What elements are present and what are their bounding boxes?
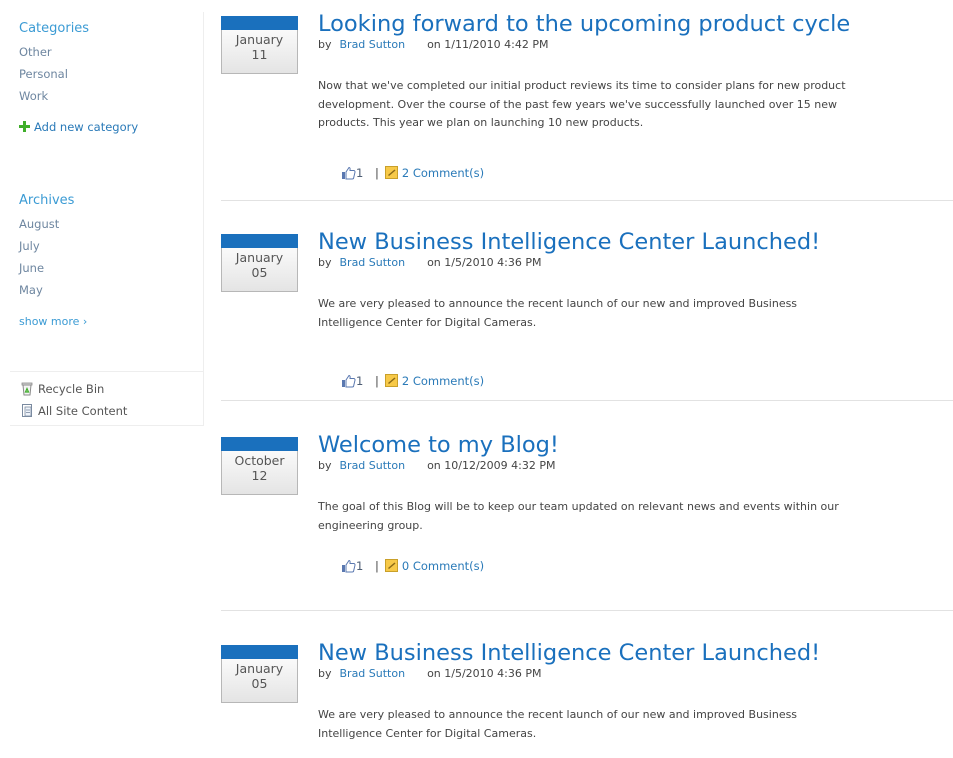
archive-link-june[interactable]: June	[19, 261, 44, 275]
category-link-personal[interactable]: Personal	[19, 67, 68, 81]
post-separator	[221, 200, 953, 201]
thumbs-up-icon	[342, 374, 356, 388]
date-badge-bar	[221, 437, 298, 451]
post-separator	[221, 610, 953, 611]
like-count: 1	[356, 374, 364, 388]
author-link[interactable]: Brad Sutton	[340, 38, 406, 51]
byline-by: by	[318, 38, 332, 51]
post-body: Now that we've completed our initial pro…	[318, 79, 846, 129]
plus-icon	[19, 121, 30, 132]
post-month: January	[235, 32, 284, 47]
post-day: 12	[251, 468, 268, 483]
post-title-link[interactable]: New Business Intelligence Center Launche…	[318, 229, 820, 255]
byline-by: by	[318, 667, 332, 680]
author-link[interactable]: Brad Sutton	[340, 667, 406, 680]
thumbs-up-icon	[342, 559, 356, 573]
post-date-badge: January 05	[221, 645, 298, 705]
comment-icon	[384, 374, 398, 387]
post-date: on 10/12/2009 4:32 PM	[427, 459, 556, 472]
comments-link[interactable]: 0 Comment(s)	[384, 559, 485, 573]
recycle-bin-link[interactable]: Recycle Bin	[20, 381, 104, 396]
categories-heading[interactable]: Categories	[19, 21, 89, 36]
post-day: 05	[251, 676, 268, 691]
post-separator	[221, 400, 953, 401]
date-badge-bar	[221, 234, 298, 248]
post-title-link[interactable]: New Business Intelligence Center Launche…	[318, 640, 820, 666]
post-byline: by Brad Sutton on 1/5/2010 4:36 PM	[318, 667, 542, 680]
post-body: The goal of this Blog will be to keep ou…	[318, 500, 839, 532]
show-more-link[interactable]: show more ›	[19, 315, 87, 328]
post-byline: by Brad Sutton on 1/11/2010 4:42 PM	[318, 38, 549, 51]
all-site-content-link[interactable]: All Site Content	[20, 403, 127, 418]
left-navigation: Categories Other Personal Work Add new c…	[0, 0, 204, 428]
like-count: 1	[356, 166, 364, 180]
archives-heading[interactable]: Archives	[19, 193, 74, 208]
comments-link[interactable]: 2 Comment(s)	[384, 374, 485, 388]
date-badge-bar	[221, 645, 298, 659]
footer-divider: |	[374, 374, 379, 388]
post-body: We are very pleased to announce the rece…	[318, 297, 798, 329]
post-month: October	[234, 453, 285, 468]
all-site-content-label: All Site Content	[38, 404, 128, 418]
post-body: We are very pleased to announce the rece…	[318, 708, 798, 740]
recycle-bin-icon	[21, 382, 33, 396]
category-link-work[interactable]: Work	[19, 89, 48, 103]
post-date: on 1/11/2010 4:42 PM	[427, 38, 549, 51]
nav-separator	[10, 425, 203, 426]
footer-divider: |	[374, 559, 379, 573]
post-day: 11	[251, 47, 268, 62]
post-byline: by Brad Sutton on 1/5/2010 4:36 PM	[318, 256, 542, 269]
add-new-category-link[interactable]: Add new category	[19, 120, 138, 134]
post-month: January	[235, 250, 284, 265]
post-footer: 1 | 0 Comment(s)	[341, 559, 484, 573]
nav-separator	[10, 371, 203, 372]
recycle-bin-label: Recycle Bin	[38, 382, 105, 396]
post-title-link[interactable]: Looking forward to the upcoming product …	[318, 11, 850, 37]
like-button[interactable]: 1	[341, 374, 367, 388]
footer-divider: |	[374, 166, 379, 180]
add-new-category-label: Add new category	[34, 120, 139, 134]
comment-icon	[384, 166, 398, 179]
comments-label: 2 Comment(s)	[401, 374, 485, 388]
post-date-badge: January 05	[221, 234, 298, 294]
category-link-other[interactable]: Other	[19, 45, 52, 59]
post-date: on 1/5/2010 4:36 PM	[427, 667, 542, 680]
comments-label: 2 Comment(s)	[401, 166, 485, 180]
comments-label: 0 Comment(s)	[401, 559, 485, 573]
like-button[interactable]: 1	[341, 559, 367, 573]
byline-by: by	[318, 459, 332, 472]
post-byline: by Brad Sutton on 10/12/2009 4:32 PM	[318, 459, 556, 472]
document-icon	[22, 404, 32, 417]
comment-icon	[384, 559, 398, 572]
archive-link-august[interactable]: August	[19, 217, 59, 231]
post-date-badge: October 12	[221, 437, 298, 497]
post-title-link[interactable]: Welcome to my Blog!	[318, 432, 559, 458]
post-date: on 1/5/2010 4:36 PM	[427, 256, 542, 269]
like-button[interactable]: 1	[341, 166, 367, 180]
archive-link-july[interactable]: July	[19, 239, 40, 253]
thumbs-up-icon	[342, 166, 356, 180]
nav-divider	[203, 12, 204, 426]
archive-link-may[interactable]: May	[19, 283, 43, 297]
author-link[interactable]: Brad Sutton	[340, 459, 406, 472]
post-footer: 1 | 2 Comment(s)	[341, 374, 484, 388]
author-link[interactable]: Brad Sutton	[340, 256, 406, 269]
post-date-badge: January 11	[221, 16, 298, 76]
post-footer: 1 | 2 Comment(s)	[341, 166, 484, 180]
like-count: 1	[356, 559, 364, 573]
post-day: 05	[251, 265, 268, 280]
post-month: January	[235, 661, 284, 676]
date-badge-bar	[221, 16, 298, 30]
comments-link[interactable]: 2 Comment(s)	[384, 166, 485, 180]
byline-by: by	[318, 256, 332, 269]
